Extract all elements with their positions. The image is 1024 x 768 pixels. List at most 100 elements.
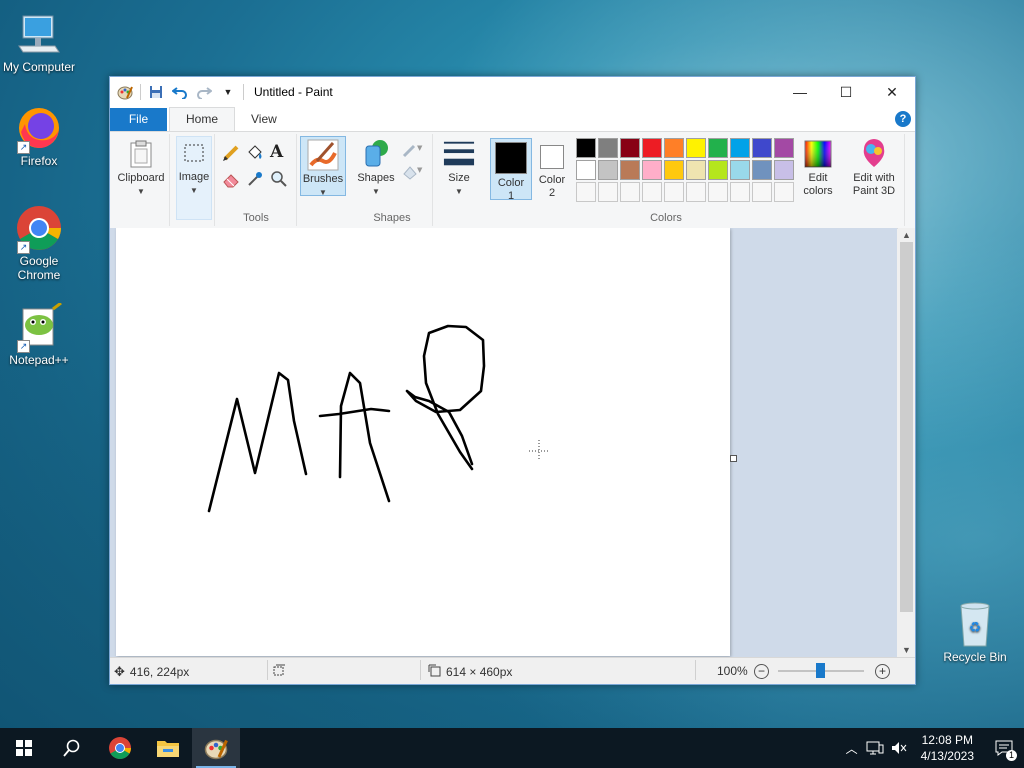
custom-color-slot[interactable] [708, 182, 728, 202]
chevron-down-icon: ▼ [372, 187, 380, 196]
save-icon[interactable] [147, 83, 165, 101]
desktop-icon-google-chrome[interactable]: ↗ Google Chrome [0, 204, 78, 282]
desktop-icon-notepad-plus-plus[interactable]: ↗ Notepad++ [0, 301, 78, 367]
palette-swatch[interactable] [730, 138, 750, 158]
shapes-group: Shapes ▼ ▼ ▼ Shapes [352, 134, 433, 226]
desktop-icon-label: Google Chrome [17, 254, 61, 282]
action-center-button[interactable]: 1 [984, 740, 1024, 761]
fill-bucket-icon[interactable] [246, 144, 264, 165]
palette-swatch[interactable] [686, 160, 706, 180]
palette-swatch[interactable] [664, 138, 684, 158]
paint-app-icon[interactable] [116, 83, 134, 101]
shapes-button[interactable]: Shapes ▼ [354, 138, 398, 198]
palette-swatch[interactable] [774, 138, 794, 158]
taskbar-clock[interactable]: 12:08 PM 4/13/2023 [911, 732, 984, 764]
palette-swatch[interactable] [598, 138, 618, 158]
search-button[interactable] [48, 728, 96, 768]
desktop-icon-firefox[interactable]: ↗ Firefox [0, 104, 78, 168]
custom-color-slot[interactable] [774, 182, 794, 202]
palette-swatch[interactable] [620, 138, 640, 158]
custom-color-slot[interactable] [686, 182, 706, 202]
close-button[interactable]: ✕ [869, 77, 915, 107]
scrollbar-thumb[interactable] [900, 242, 913, 612]
palette-swatch[interactable] [774, 160, 794, 180]
brushes-group: Brushes ▼ [298, 134, 350, 226]
size-button[interactable]: Size ▼ [436, 138, 482, 198]
palette-swatch[interactable] [752, 160, 772, 180]
palette-swatch[interactable] [576, 138, 596, 158]
maximize-button[interactable]: ☐ [823, 77, 869, 107]
tools-group: A Tools [216, 134, 297, 226]
redo-icon[interactable] [195, 83, 213, 101]
palette-swatch[interactable] [642, 160, 662, 180]
volume-icon[interactable] [887, 741, 911, 755]
custom-color-slot[interactable] [620, 182, 640, 202]
paint-window: ▼ Untitled - Paint — ☐ ✕ File Home View … [109, 76, 916, 685]
palette-swatch[interactable] [664, 160, 684, 180]
zoom-slider-thumb[interactable] [816, 663, 825, 678]
color2-button[interactable]: Color 2 [532, 138, 572, 199]
magnifier-icon[interactable] [270, 170, 288, 191]
minimize-button[interactable]: — [777, 77, 823, 107]
eraser-icon[interactable] [222, 170, 240, 191]
color1-button[interactable]: Color 1 [490, 138, 532, 202]
palette-swatch[interactable] [730, 160, 750, 180]
palette-swatch[interactable] [752, 138, 772, 158]
custom-color-slot[interactable] [664, 182, 684, 202]
selection-size-icon [273, 664, 286, 680]
vertical-scrollbar[interactable]: ▲ ▼ [898, 228, 915, 657]
customize-toolbar-chevron-icon[interactable]: ▼ [219, 83, 237, 101]
zoom-out-icon[interactable]: − [754, 664, 769, 679]
custom-color-slot[interactable] [642, 182, 662, 202]
custom-color-slot[interactable] [576, 182, 596, 202]
tools-group-label: Tools [243, 212, 269, 224]
pencil-icon[interactable] [222, 144, 240, 165]
title-bar[interactable]: ▼ Untitled - Paint — ☐ ✕ [110, 77, 915, 107]
palette-swatch[interactable] [576, 160, 596, 180]
help-icon[interactable]: ? [895, 111, 911, 127]
custom-color-slot[interactable] [598, 182, 618, 202]
clipboard-button[interactable]: Clipboard ▼ [113, 138, 169, 198]
taskbar-paint[interactable] [192, 728, 240, 768]
undo-icon[interactable] [171, 83, 189, 101]
network-icon[interactable] [863, 741, 887, 755]
palette-swatch[interactable] [620, 160, 640, 180]
show-hidden-icons-chevron-icon[interactable]: ︿ [841, 740, 863, 757]
tab-home[interactable]: Home [169, 107, 236, 131]
palette-swatch[interactable] [686, 138, 706, 158]
edit-with-paint3d-button[interactable]: Edit with Paint 3D [844, 138, 904, 198]
move-cursor-icon: ✥ [114, 664, 125, 679]
tab-view[interactable]: View [235, 108, 293, 131]
custom-color-slot[interactable] [752, 182, 772, 202]
desktop-icon-recycle-bin[interactable]: ♻ Recycle Bin [936, 600, 1014, 664]
canvas-resize-handle[interactable] [730, 455, 737, 462]
shortcut-arrow-icon: ↗ [17, 141, 30, 154]
palette-swatch[interactable] [598, 160, 618, 180]
scroll-down-icon[interactable]: ▼ [898, 643, 915, 657]
palette-swatch[interactable] [708, 138, 728, 158]
system-tray: ︿ 12:08 PM 4/13/2023 1 [841, 728, 1024, 768]
image-button[interactable]: Image ▼ [176, 136, 212, 220]
start-button[interactable] [0, 728, 48, 768]
taskbar-chrome[interactable] [96, 728, 144, 768]
outline-icon[interactable]: ▼ [402, 142, 424, 161]
recycle-bin-icon: ♻ [951, 600, 999, 648]
brush-icon [307, 139, 339, 171]
shortcut-arrow-icon: ↗ [17, 241, 30, 254]
folder-icon [157, 741, 179, 757]
desktop-icon-label: Notepad++ [9, 353, 69, 367]
palette-swatch[interactable] [642, 138, 662, 158]
scroll-up-icon[interactable]: ▲ [898, 228, 915, 242]
text-tool-icon[interactable]: A [270, 142, 283, 162]
brushes-button[interactable]: Brushes ▼ [300, 136, 346, 197]
drawing-canvas[interactable] [116, 228, 730, 656]
zoom-in-icon[interactable]: + [875, 664, 890, 679]
fill-icon[interactable]: ▼ [402, 164, 424, 183]
palette-swatch[interactable] [708, 160, 728, 180]
taskbar-file-explorer[interactable] [144, 728, 192, 768]
tab-file[interactable]: File [110, 108, 167, 131]
edit-colors-button[interactable]: Edit colors [794, 138, 842, 198]
desktop-icon-my-computer[interactable]: My Computer [0, 10, 78, 74]
color-picker-icon[interactable] [246, 170, 264, 191]
custom-color-slot[interactable] [730, 182, 750, 202]
